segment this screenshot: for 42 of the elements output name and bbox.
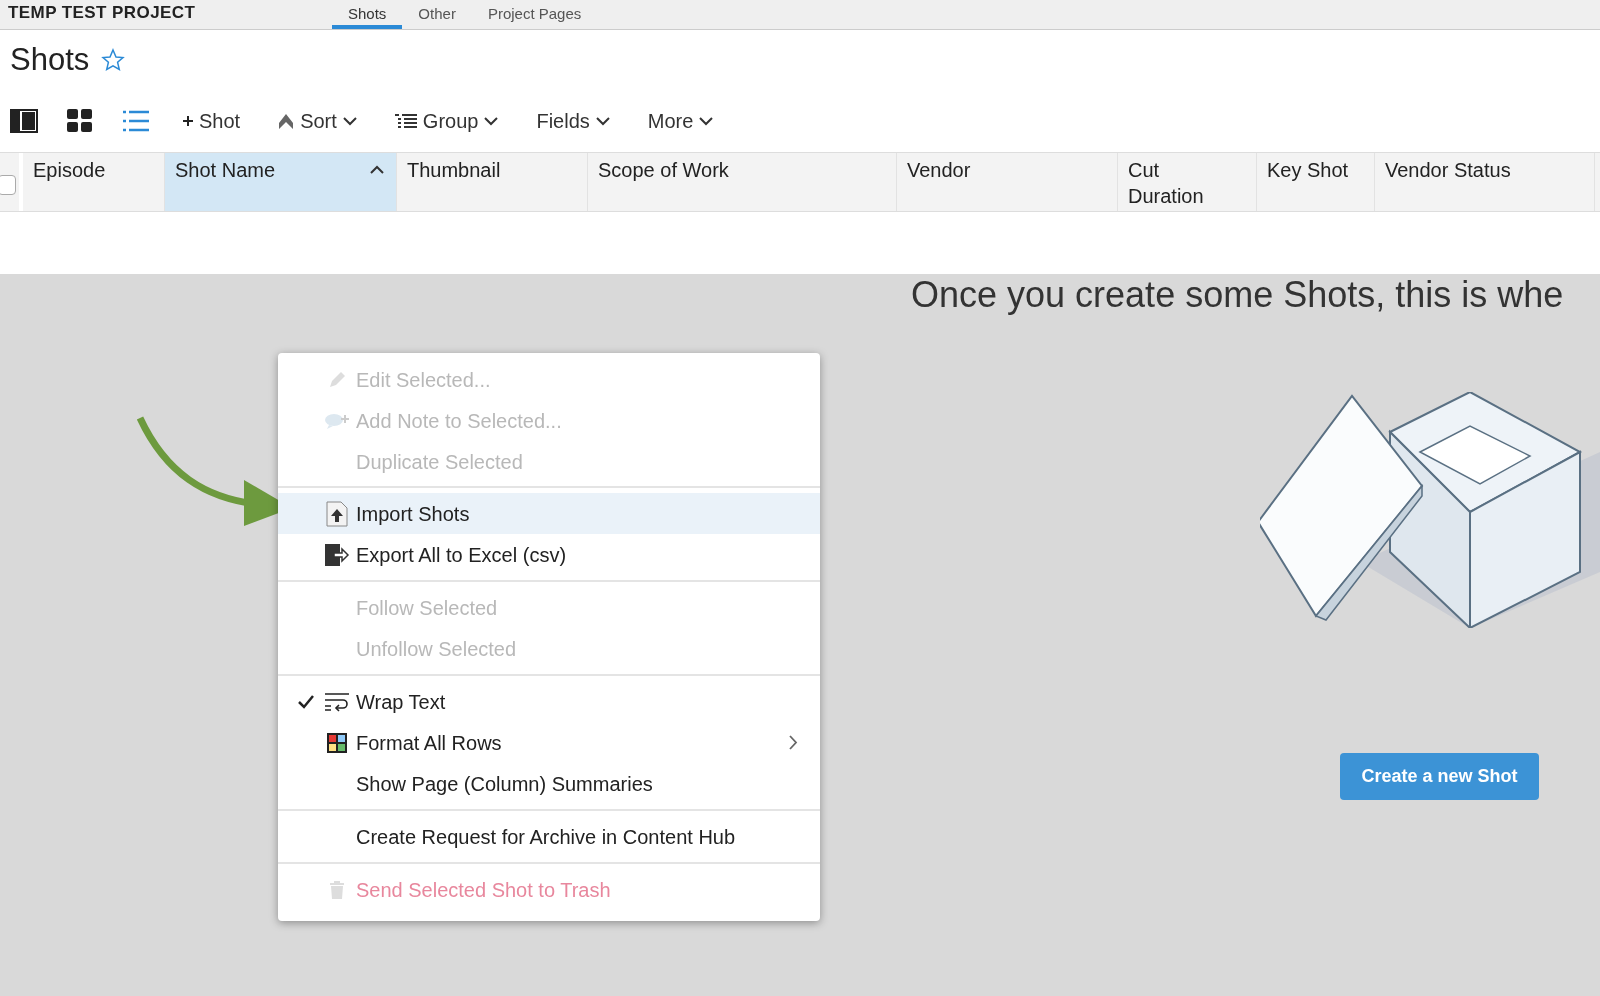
menu-item[interactable]: Export All to Excel (csv): [278, 534, 820, 575]
wrap-text-icon: [324, 691, 350, 712]
project-title: TEMP TEST PROJECT: [7, 1, 197, 24]
trash-icon: [328, 879, 346, 900]
chevron-down-icon: [595, 116, 610, 126]
column-header[interactable]: Vendor Status: [1375, 153, 1595, 211]
menu-item[interactable]: Format All Rows: [278, 722, 820, 763]
sort-ascending-icon: [370, 165, 384, 174]
select-all-checkbox[interactable]: [0, 174, 16, 195]
menu-item[interactable]: Create Request for Archive in Content Hub: [278, 816, 820, 857]
star-icon[interactable]: [101, 48, 126, 72]
chevron-down-icon: [484, 116, 499, 126]
column-header[interactable]: Key Shot: [1257, 153, 1375, 211]
plus-icon: [183, 116, 193, 126]
toolbar-button[interactable]: Fields: [536, 106, 610, 136]
chevron-right-icon: [789, 735, 798, 750]
color-grid-icon: [326, 731, 348, 754]
menu-item[interactable]: Import Shots: [278, 493, 820, 534]
sort-icon: [278, 113, 295, 129]
column-header[interactable]: Vendor: [897, 153, 1118, 211]
note-icon: [324, 411, 350, 430]
group-icon: [394, 113, 417, 129]
menu-item[interactable]: Show Page (Column) Summaries: [278, 763, 820, 804]
upload-file-icon: [325, 500, 349, 527]
nav-tab[interactable]: Other: [402, 3, 472, 29]
column-header[interactable]: Shot Name: [165, 153, 397, 211]
column-header[interactable]: Scope of Work: [588, 153, 897, 211]
menu-item[interactable]: Wrap Text: [278, 681, 820, 722]
page-title: Shots: [10, 40, 90, 79]
export-icon: [324, 542, 350, 567]
chevron-down-icon: [342, 116, 357, 126]
toolbar-button[interactable]: Shot: [183, 106, 241, 136]
chevron-down-icon: [699, 116, 714, 126]
sidebar-view-button[interactable]: [9, 106, 39, 136]
toolbar-button[interactable]: More: [647, 106, 714, 136]
empty-state-message: Once you create some Shots, this is whe: [911, 273, 1564, 317]
column-header[interactable]: Thumbnail: [397, 153, 588, 211]
column-header[interactable]: Cut Duration: [1118, 153, 1257, 211]
toolbar-button[interactable]: Group: [394, 106, 499, 136]
nav-tab[interactable]: Project Pages: [471, 3, 598, 29]
toolbar-button[interactable]: Sort: [278, 106, 357, 136]
pencil-icon: [327, 369, 347, 390]
